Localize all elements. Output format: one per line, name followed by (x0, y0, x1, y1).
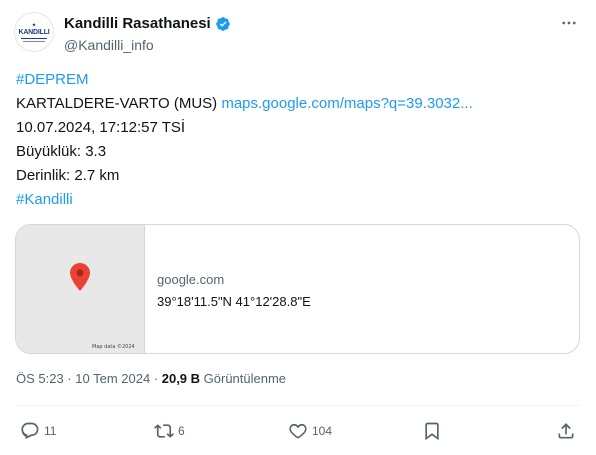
verified-badge-icon (215, 16, 230, 31)
share-button[interactable] (556, 417, 576, 445)
map-credit: Map data ©2024 (92, 344, 135, 350)
repost-count: 6 (178, 424, 185, 438)
share-icon (558, 423, 574, 439)
tweet-text: #DEPREM KARTALDERE-VARTO (MUS) maps.goog… (16, 68, 582, 212)
avatar-subline (23, 41, 45, 42)
author-display-name[interactable]: Kandilli Rasathanesi (64, 15, 211, 32)
magnitude-text: Büyüklük: 3.3 (16, 143, 107, 160)
bookmark-button[interactable] (422, 417, 442, 445)
link-card[interactable]: Map data ©2024 google.com 39°18'11.5"N 4… (15, 224, 580, 354)
bookmark-icon (425, 422, 439, 441)
reply-count: 11 (44, 424, 57, 438)
timestamp[interactable]: ÖS 5:23 · 10 Tem 2024 · (16, 371, 162, 386)
avatar[interactable]: ✦ KANDILLI (14, 12, 54, 52)
like-button[interactable]: 104 (288, 417, 332, 445)
location-text: KARTALDERE-VARTO (MUS) (16, 95, 218, 112)
hashtag-deprem[interactable]: #DEPREM (16, 71, 89, 88)
reply-icon (21, 422, 39, 440)
like-count: 104 (312, 424, 333, 438)
datetime-text: 10.07.2024, 17:12:57 TSİ (16, 119, 186, 136)
repost-icon (154, 424, 174, 438)
map-pin-icon (70, 263, 90, 291)
avatar-emblem-icon: ✦ (31, 22, 37, 29)
action-bar: 11 6 104 (0, 417, 596, 445)
avatar-line (21, 38, 47, 39)
card-coordinates: 39°18'11.5"N 41°12'28.8"E (157, 294, 311, 309)
repost-button[interactable]: 6 (154, 417, 185, 445)
views-count: 20,9 B (161, 371, 201, 386)
card-domain: google.com (157, 272, 225, 287)
heart-icon (289, 423, 307, 439)
author-name-row: Kandilli Rasathanesi (64, 15, 231, 32)
avatar-logo-text: KANDILLI (18, 29, 50, 36)
tweet: ✦ KANDILLI Kandilli Rasathanesi @Kandill… (0, 0, 596, 455)
divider (16, 405, 580, 406)
tweet-meta: ÖS 5:23 · 10 Tem 2024 · 20,9 B Görüntüle… (16, 371, 286, 386)
map-link[interactable]: maps.google.com/maps?q=39.3032... (221, 95, 472, 112)
depth-text: Derinlik: 2.7 km (16, 167, 120, 184)
views-label: Görüntülenme (200, 371, 287, 386)
reply-button[interactable]: 11 (20, 417, 56, 445)
author-handle[interactable]: @Kandilli_info (64, 37, 154, 53)
map-thumbnail: Map data ©2024 (16, 225, 145, 353)
card-info: google.com 39°18'11.5"N 41°12'28.8"E (145, 225, 311, 353)
ellipsis-icon[interactable] (556, 10, 582, 36)
hashtag-kandilli[interactable]: #Kandilli (16, 191, 73, 208)
